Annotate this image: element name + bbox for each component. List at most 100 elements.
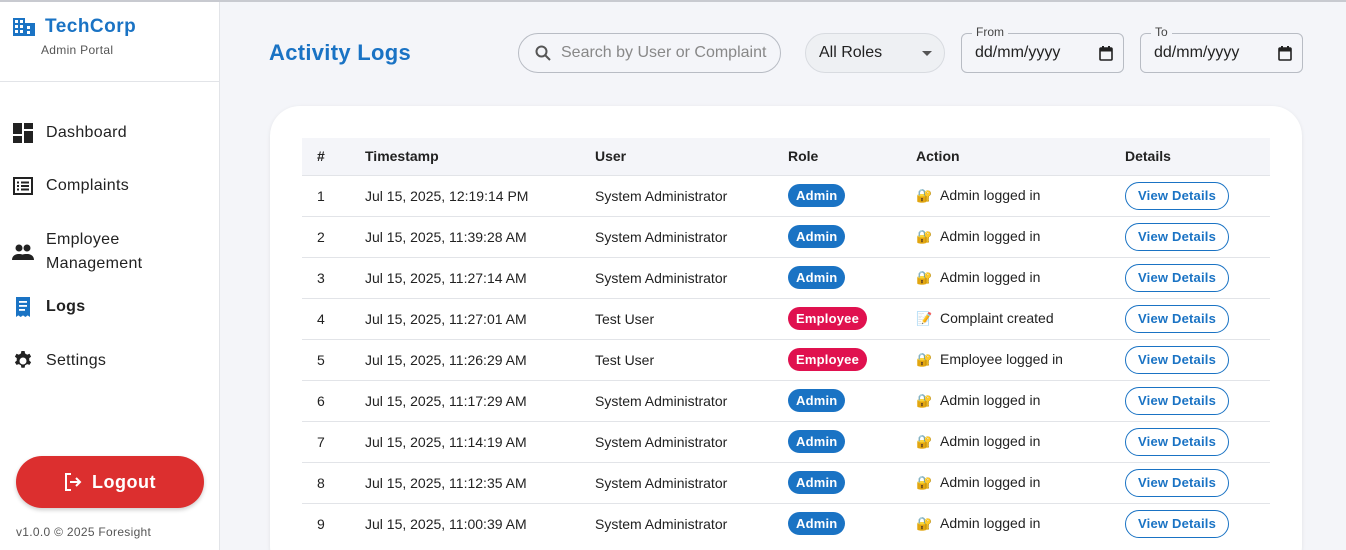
table-row: 8 Jul 15, 2025, 11:12:35 AM System Adminis… — [302, 461, 1270, 503]
row-number: 8 — [302, 461, 365, 503]
search-icon — [535, 45, 551, 61]
search-input[interactable] — [561, 44, 771, 62]
row-details-cell: View Details — [1125, 420, 1270, 462]
to-date-value: dd/mm/yyyy — [1154, 44, 1240, 61]
row-action: Admin logged in — [940, 392, 1041, 408]
table-header-row: # Timestamp User Role Action Details — [302, 138, 1270, 175]
row-action: Admin logged in — [940, 269, 1041, 285]
lock-key-icon: 🔐 — [916, 352, 933, 367]
brand-header: TechCorp Admin Portal — [0, 2, 219, 82]
table-row: 5 Jul 15, 2025, 11:26:29 AM Test User Emplo… — [302, 338, 1270, 380]
row-user: System Administrator — [595, 215, 788, 257]
view-details-button[interactable]: View Details — [1125, 304, 1230, 333]
from-date-label: From — [972, 25, 1008, 39]
table-row: 1 Jul 15, 2025, 12:19:14 PM System Adminis… — [302, 174, 1270, 216]
search-box[interactable] — [518, 33, 781, 73]
role-badge: Employee — [788, 348, 868, 371]
column-header-action: Action — [916, 148, 960, 165]
row-action: Admin logged in — [940, 474, 1041, 490]
receipt-icon — [12, 296, 34, 318]
row-user: System Administrator — [595, 461, 788, 503]
row-action: Employee logged in — [940, 351, 1063, 367]
row-number: 9 — [302, 502, 365, 544]
view-details-button[interactable]: View Details — [1125, 263, 1230, 292]
sidebar-item-label: Employee Management — [46, 231, 143, 272]
sidebar-item-employee-management[interactable]: Employee Management — [0, 218, 219, 286]
row-details-cell: View Details — [1125, 174, 1270, 216]
table-body: 1 Jul 15, 2025, 12:19:14 PM System Adminis… — [302, 174, 1270, 544]
view-details-button[interactable]: View Details — [1125, 468, 1230, 497]
row-details-cell: View Details — [1125, 338, 1270, 380]
view-details-button[interactable]: View Details — [1125, 386, 1230, 415]
row-timestamp: Jul 15, 2025, 11:27:14 AM — [365, 256, 595, 298]
chevron-down-icon — [922, 51, 932, 56]
row-role-cell: Admin — [788, 502, 916, 544]
to-date-field[interactable]: To dd/mm/yyyy — [1140, 25, 1303, 73]
view-details-button[interactable]: View Details — [1125, 345, 1230, 374]
view-details-button[interactable]: View Details — [1125, 427, 1230, 456]
row-number: 2 — [302, 215, 365, 257]
column-header-details: Details — [1125, 148, 1171, 165]
row-number: 6 — [302, 379, 365, 421]
calendar-icon[interactable] — [1278, 46, 1292, 61]
column-header-number: # — [317, 148, 325, 165]
row-number: 5 — [302, 338, 365, 380]
role-badge: Admin — [788, 225, 846, 248]
role-badge: Admin — [788, 471, 846, 494]
logs-card: # Timestamp User Role Action Details 1 Ju… — [270, 106, 1302, 550]
view-details-button[interactable]: View Details — [1125, 181, 1230, 210]
row-action-cell: 🔐 Admin logged in — [916, 215, 1125, 257]
memo-icon: 📝 — [916, 311, 933, 326]
row-action-cell: 🔐 Admin logged in — [916, 174, 1125, 216]
table-row: 2 Jul 15, 2025, 11:39:28 AM System Adminis… — [302, 215, 1270, 257]
sidebar-item-dashboard[interactable]: Dashboard — [0, 112, 219, 154]
page-title: Activity Logs — [269, 40, 412, 65]
row-user: System Administrator — [595, 379, 788, 421]
list-icon — [12, 175, 34, 197]
table-row: 7 Jul 15, 2025, 11:14:19 AM System Adminis… — [302, 420, 1270, 462]
lock-key-icon: 🔐 — [916, 229, 933, 244]
role-filter-value: All Roles — [819, 44, 883, 61]
row-role-cell: Admin — [788, 256, 916, 298]
column-header-user: User — [595, 148, 627, 165]
row-role-cell: Admin — [788, 461, 916, 503]
from-date-value: dd/mm/yyyy — [975, 44, 1061, 61]
row-details-cell: View Details — [1125, 461, 1270, 503]
row-timestamp: Jul 15, 2025, 11:12:35 AM — [365, 461, 595, 503]
lock-key-icon: 🔐 — [916, 188, 933, 203]
sidebar-item-settings[interactable]: Settings — [0, 328, 219, 394]
row-timestamp: Jul 15, 2025, 11:00:39 AM — [365, 502, 595, 544]
dashboard-icon — [12, 122, 34, 144]
logs-table: # Timestamp User Role Action Details 1 Ju… — [302, 138, 1270, 544]
row-role-cell: Employee — [788, 297, 916, 339]
lock-key-icon: 🔐 — [916, 270, 933, 285]
brand-subtitle: Admin Portal — [41, 43, 114, 57]
row-role-cell: Admin — [788, 174, 916, 216]
lock-key-icon: 🔐 — [916, 393, 933, 408]
brand-name: TechCorp — [45, 16, 137, 37]
sidebar-item-label: Complaints — [46, 177, 130, 194]
row-role-cell: Employee — [788, 338, 916, 380]
role-badge: Admin — [788, 266, 846, 289]
row-role-cell: Admin — [788, 215, 916, 257]
view-details-button[interactable]: View Details — [1125, 509, 1230, 538]
row-action-cell: 🔐 Employee logged in — [916, 338, 1125, 380]
row-number: 1 — [302, 174, 365, 216]
from-date-field[interactable]: From dd/mm/yyyy — [961, 25, 1124, 73]
row-timestamp: Jul 15, 2025, 11:17:29 AM — [365, 379, 595, 421]
row-number: 3 — [302, 256, 365, 298]
row-details-cell: View Details — [1125, 215, 1270, 257]
to-date-label: To — [1151, 25, 1172, 39]
calendar-icon[interactable] — [1099, 46, 1113, 61]
row-action-cell: 📝 Complaint created — [916, 297, 1125, 339]
sidebar-item-logs[interactable]: Logs — [0, 286, 219, 328]
sidebar-item-complaints[interactable]: Complaints — [0, 154, 219, 218]
sidebar-item-label: Settings — [46, 352, 107, 369]
row-action: Admin logged in — [940, 187, 1041, 203]
table-row: 4 Jul 15, 2025, 11:27:01 AM Test User Emplo… — [302, 297, 1270, 339]
view-details-button[interactable]: View Details — [1125, 222, 1230, 251]
sidebar: TechCorp Admin Portal Dashboard Complain… — [0, 2, 220, 550]
row-timestamp: Jul 15, 2025, 11:14:19 AM — [365, 420, 595, 462]
logout-button[interactable]: Logout — [16, 456, 204, 508]
role-filter-select[interactable]: All Roles — [805, 33, 945, 73]
